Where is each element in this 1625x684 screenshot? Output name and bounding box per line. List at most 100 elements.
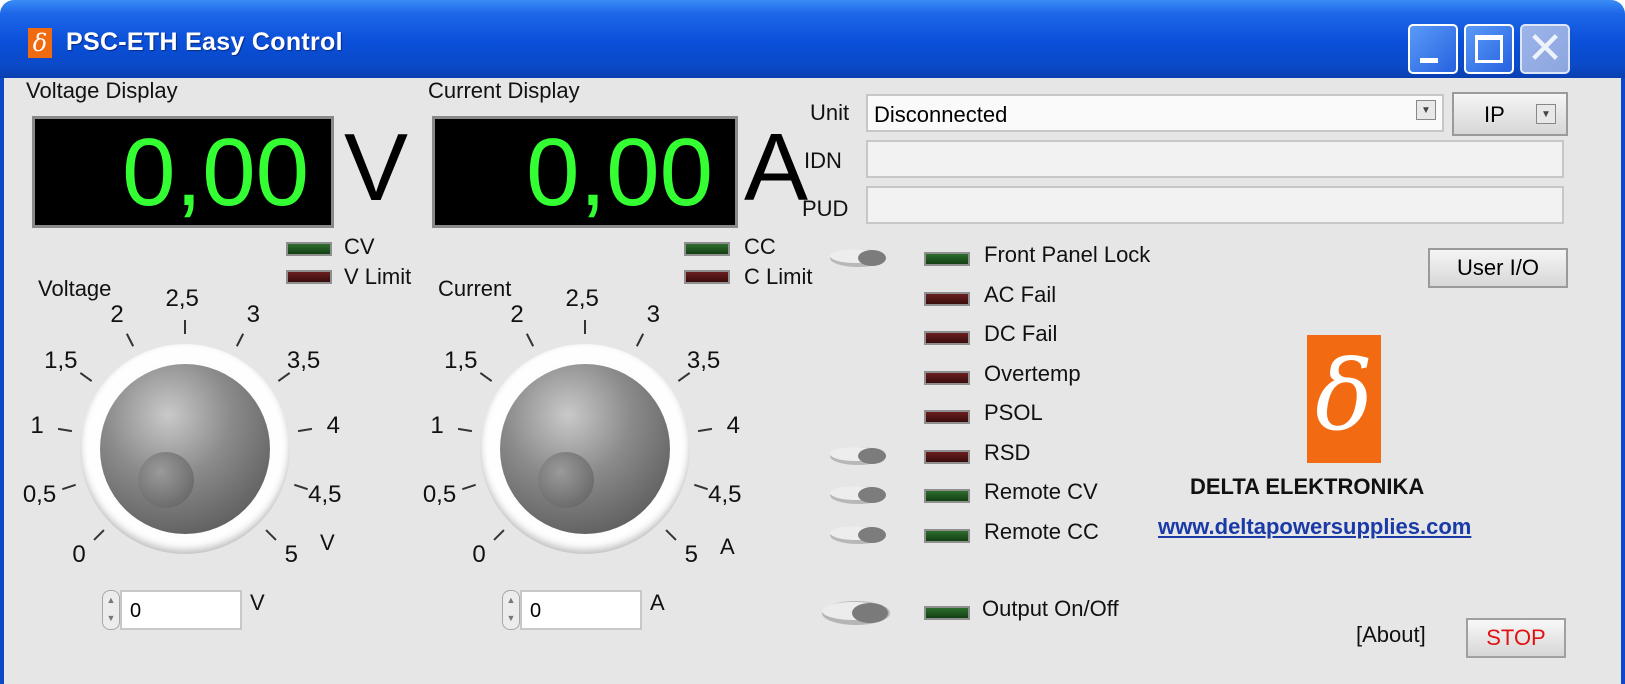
current-knob-tick-mark — [457, 427, 472, 432]
current-knob-tick-label: 2 — [510, 301, 524, 329]
status-toggle-remote-cc[interactable] — [828, 525, 888, 545]
current-knob-tick-mark — [584, 320, 586, 334]
current-input[interactable]: 0 — [520, 590, 642, 630]
status-label: Overtemp — [984, 360, 1081, 386]
status-label: Front Panel Lock — [984, 242, 1151, 267]
status-led-remote-cv — [924, 489, 970, 503]
status-led-overtemp — [924, 370, 970, 385]
current-knob-ring — [480, 344, 690, 554]
status-toggle-rsd[interactable] — [828, 446, 888, 466]
output-toggle[interactable] — [820, 600, 894, 625]
maximize-button[interactable] — [1464, 24, 1514, 74]
voltage-knob-tick-label: 4,5 — [308, 481, 342, 509]
voltage-knob-tick-label: 3 — [246, 301, 260, 329]
status-toggle-front-panel-lock[interactable] — [828, 248, 888, 268]
voltage-knob[interactable] — [100, 364, 270, 534]
voltage-knob-area: 0 0,5 1 1,5 2 2,5 3 3,5 4 4,5 5 — [4, 278, 374, 578]
voltage-knob-tick-mark — [265, 529, 277, 541]
current-knob-tick-mark — [480, 372, 493, 383]
control-panel: Voltage Display 0,00 V Current Display 0… — [0, 78, 1625, 684]
company-name: DELTA ELEKTRONIKA — [1190, 474, 1425, 499]
voltage-knob-tick-label: 4 — [326, 411, 340, 439]
title-bar[interactable]: δ PSC-ETH Easy Control ✕ — [0, 0, 1625, 78]
cv-label: CV — [344, 234, 375, 259]
status-label: DC Fail — [984, 321, 1058, 346]
current-knob-tick-label: 0,5 — [422, 481, 457, 509]
close-icon: ✕ — [1526, 24, 1564, 73]
status-led-front-panel-lock — [924, 252, 970, 266]
status-label: Remote CC — [984, 518, 1099, 544]
voltage-knob-ring — [80, 344, 290, 554]
current-knob-tick-mark — [636, 333, 645, 347]
voltage-spinner[interactable]: ▲ ▼ — [102, 590, 120, 630]
voltage-display-unit: V — [344, 114, 409, 221]
status-led-psol — [924, 410, 970, 424]
voltage-display-value: 0,00 — [122, 119, 309, 226]
status-led-dc-fail — [924, 331, 970, 345]
current-knob-tick-mark — [698, 427, 713, 432]
voltage-knob-tick-mark — [57, 427, 72, 432]
unit-select[interactable]: Disconnected — [866, 94, 1444, 132]
voltage-knob-tick-label: 3,5 — [286, 346, 321, 374]
current-knob-tick-mark — [462, 483, 476, 490]
app-logo-icon: δ — [28, 28, 52, 58]
unit-label: Unit — [810, 100, 850, 125]
current-display-label: Current Display — [428, 78, 580, 103]
close-button[interactable]: ✕ — [1520, 24, 1570, 74]
status-list: Front Panel Lock AC Fail DC Fail Overtemp PS… — [824, 238, 1224, 558]
current-knob-tick-label: 4,5 — [708, 481, 742, 509]
voltage-input-unit: V — [250, 590, 265, 615]
cv-led — [286, 242, 332, 256]
current-knob-tick-mark — [525, 333, 534, 347]
unit-select-value: Disconnected — [874, 102, 1008, 127]
stop-button[interactable]: STOP — [1466, 618, 1566, 658]
current-input-unit: A — [650, 590, 665, 615]
output-label: Output On/Off — [982, 596, 1119, 621]
current-display: 0,00 — [432, 116, 738, 228]
about-link[interactable]: [About] — [1356, 622, 1426, 648]
mode-dropdown-icon[interactable]: ▼ — [1536, 104, 1556, 124]
user-io-button[interactable]: User I/O — [1428, 248, 1568, 288]
voltage-knob-tick-mark — [125, 333, 134, 347]
status-label: AC Fail — [984, 281, 1057, 307]
status-toggle-remote-cv[interactable] — [828, 485, 888, 505]
voltage-knob-tick-mark — [298, 427, 313, 432]
idn-label: IDN — [804, 148, 842, 173]
current-knob[interactable] — [500, 364, 670, 534]
current-spinner[interactable]: ▲ ▼ — [502, 590, 520, 630]
minimize-icon — [1420, 58, 1438, 63]
current-knob-tick-mark — [493, 529, 505, 541]
current-knob-tick-label: 3 — [646, 301, 660, 329]
current-knob-tick-mark — [665, 529, 677, 541]
current-knob-tick-label: 2,5 — [565, 285, 599, 312]
idn-field — [866, 140, 1564, 178]
voltage-display: 0,00 — [32, 116, 334, 228]
current-knob-unit: A — [720, 534, 735, 559]
voltage-input[interactable]: 0 — [120, 590, 242, 630]
voltage-knob-tick-mark — [184, 320, 186, 334]
voltage-knob-unit: V — [320, 530, 335, 555]
voltage-knob-tick-label: 5 — [284, 541, 298, 569]
current-knob-tick-label: 4 — [726, 411, 740, 439]
pud-field — [866, 186, 1564, 224]
voltage-knob-tick-label: 0,5 — [22, 481, 57, 509]
cc-led — [684, 242, 730, 256]
delta-logo: δ — [1307, 335, 1381, 463]
voltage-knob-tick-mark — [80, 372, 93, 383]
voltage-knob-tick-label: 2 — [110, 301, 124, 329]
current-knob-tick-label: 1,5 — [444, 346, 478, 374]
minimize-button[interactable] — [1408, 24, 1458, 74]
voltage-knob-tick-label: 0 — [72, 541, 86, 569]
current-knob-area: 0 0,5 1 1,5 2 2,5 3 3,5 4 4,5 5 — [404, 278, 774, 578]
app-window: δ PSC-ETH Easy Control ✕ Voltage Display… — [0, 0, 1625, 684]
unit-dropdown-icon[interactable]: ▼ — [1416, 100, 1436, 120]
voltage-knob-tick-label: 2,5 — [165, 285, 199, 312]
voltage-knob-tick-label: 1 — [30, 411, 44, 439]
window-title: PSC-ETH Easy Control — [66, 28, 343, 56]
connection-mode-value: IP — [1484, 102, 1505, 127]
voltage-knob-tick-mark — [294, 483, 308, 490]
company-link[interactable]: www.deltapowersupplies.com — [1158, 514, 1471, 540]
status-label: PSOL — [984, 400, 1043, 425]
voltage-knob-tick-mark — [62, 483, 76, 490]
current-knob-tick-label: 1 — [430, 411, 444, 439]
